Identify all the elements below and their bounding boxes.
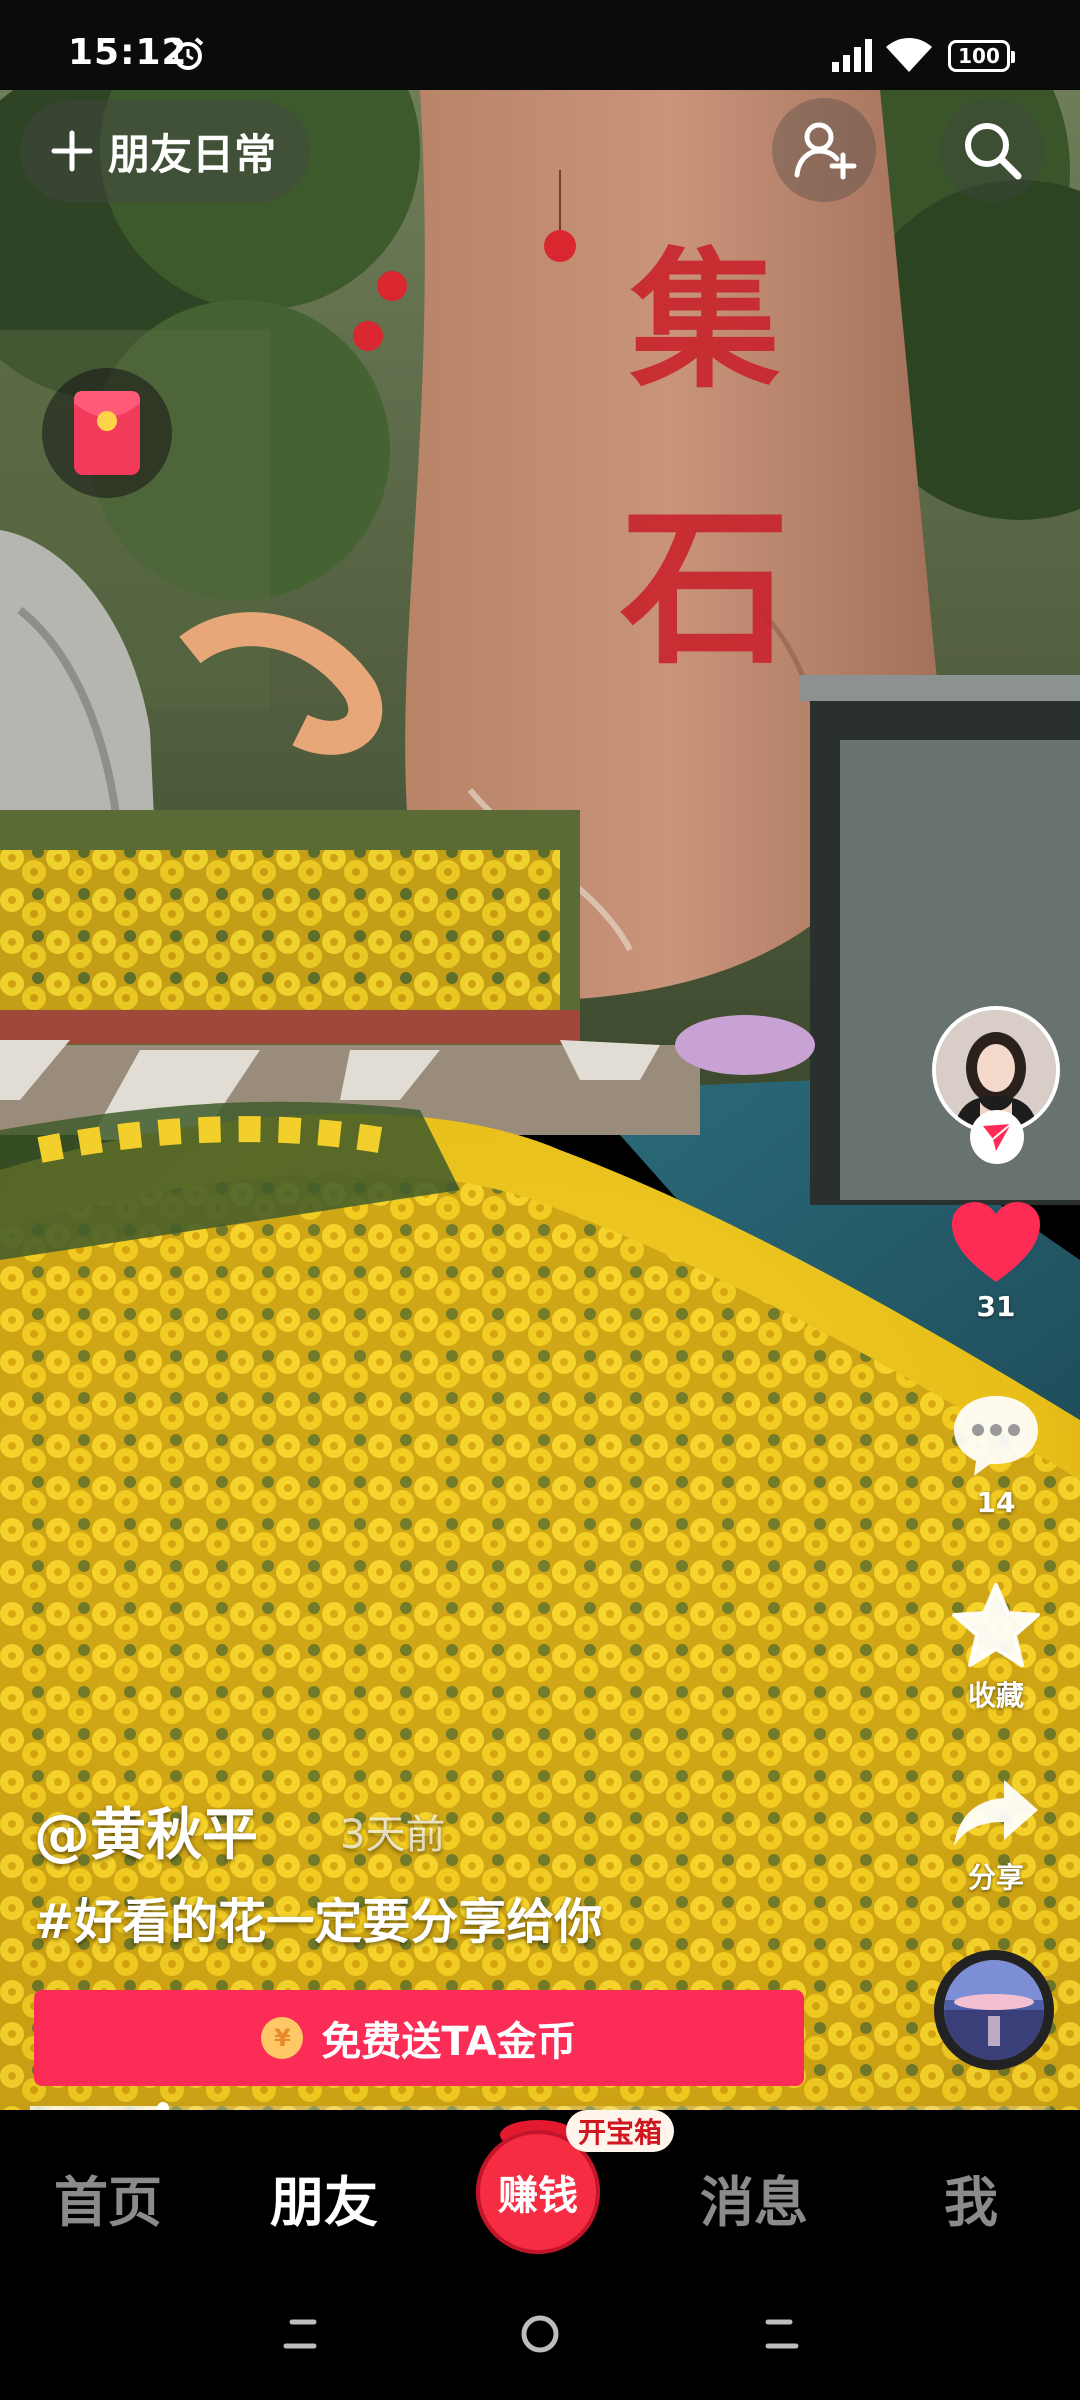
wifi-icon — [886, 38, 932, 72]
like-count: 31 — [976, 1290, 1016, 1323]
music-disc[interactable] — [934, 1950, 1054, 2070]
post-time: 3天前 — [340, 1812, 446, 1858]
music-cover-image — [944, 1960, 1044, 2060]
treasure-chest-badge[interactable]: 开宝箱 — [566, 2110, 675, 2152]
plus-icon — [51, 130, 93, 172]
follow-button[interactable] — [970, 1110, 1024, 1164]
search-icon — [965, 123, 1022, 180]
star-icon — [952, 1583, 1040, 1667]
share-label: 分享 — [967, 1861, 1024, 1894]
comment-icon — [954, 1396, 1038, 1476]
system-nav-bar — [0, 2270, 1080, 2400]
app-screen: 集 石 15:12 100 朋友日常 31 14 收藏 分享 @黄秋平 3天前 … — [0, 0, 1080, 2400]
tab-friends[interactable]: 朋友 — [270, 2158, 378, 2237]
comment-button[interactable]: 14 — [940, 1392, 1052, 1519]
add-friend-button[interactable] — [772, 98, 876, 202]
tab-messages[interactable]: 消息 — [700, 2158, 808, 2237]
send-coins-label: 免费送TA金币 — [321, 2019, 577, 2065]
add-friend-icon — [794, 122, 857, 180]
battery-level: 100 — [958, 44, 1000, 68]
friends-daily-button[interactable]: 朋友日常 — [20, 100, 311, 202]
friends-daily-label: 朋友日常 — [108, 129, 277, 179]
stone-inscription-char: 集 — [630, 233, 781, 409]
share-button[interactable]: 分享 — [940, 1776, 1052, 1896]
earn-label: 赚钱 — [498, 2173, 578, 2219]
search-button[interactable] — [940, 98, 1044, 202]
battery-icon: 100 — [948, 40, 1015, 72]
tab-home[interactable]: 首页 — [54, 2158, 162, 2237]
menu-icon[interactable] — [278, 2314, 328, 2354]
heart-icon — [952, 1202, 1040, 1282]
bottom-nav: 首页 朋友 赚钱 开宝箱 消息 我 — [0, 2110, 1080, 2270]
stone-inscription-char: 石 — [620, 488, 791, 688]
status-bar: 15:12 100 — [0, 0, 1080, 90]
share-icon — [954, 1780, 1038, 1846]
alarm-icon — [172, 37, 204, 70]
favorite-button[interactable]: 收藏 — [940, 1582, 1052, 1714]
hashtag-caption[interactable]: #好看的花一定要分享给你 — [34, 1882, 602, 1952]
red-packet-icon — [74, 391, 140, 475]
comment-count: 14 — [976, 1486, 1016, 1519]
author-name[interactable]: @黄秋平 — [34, 1790, 258, 1871]
home-icon[interactable] — [518, 2312, 562, 2356]
red-packet-button[interactable] — [42, 368, 172, 498]
coin-icon: ¥ — [261, 2017, 304, 2059]
tab-me[interactable]: 我 — [944, 2158, 998, 2237]
back-icon[interactable] — [754, 2314, 804, 2354]
favorite-label: 收藏 — [967, 1679, 1024, 1712]
send-coins-button[interactable]: ¥ 免费送TA金币 — [34, 1990, 804, 2086]
send-icon — [983, 1123, 1012, 1151]
like-button[interactable]: 31 — [940, 1200, 1052, 1323]
signal-icon — [832, 39, 872, 72]
